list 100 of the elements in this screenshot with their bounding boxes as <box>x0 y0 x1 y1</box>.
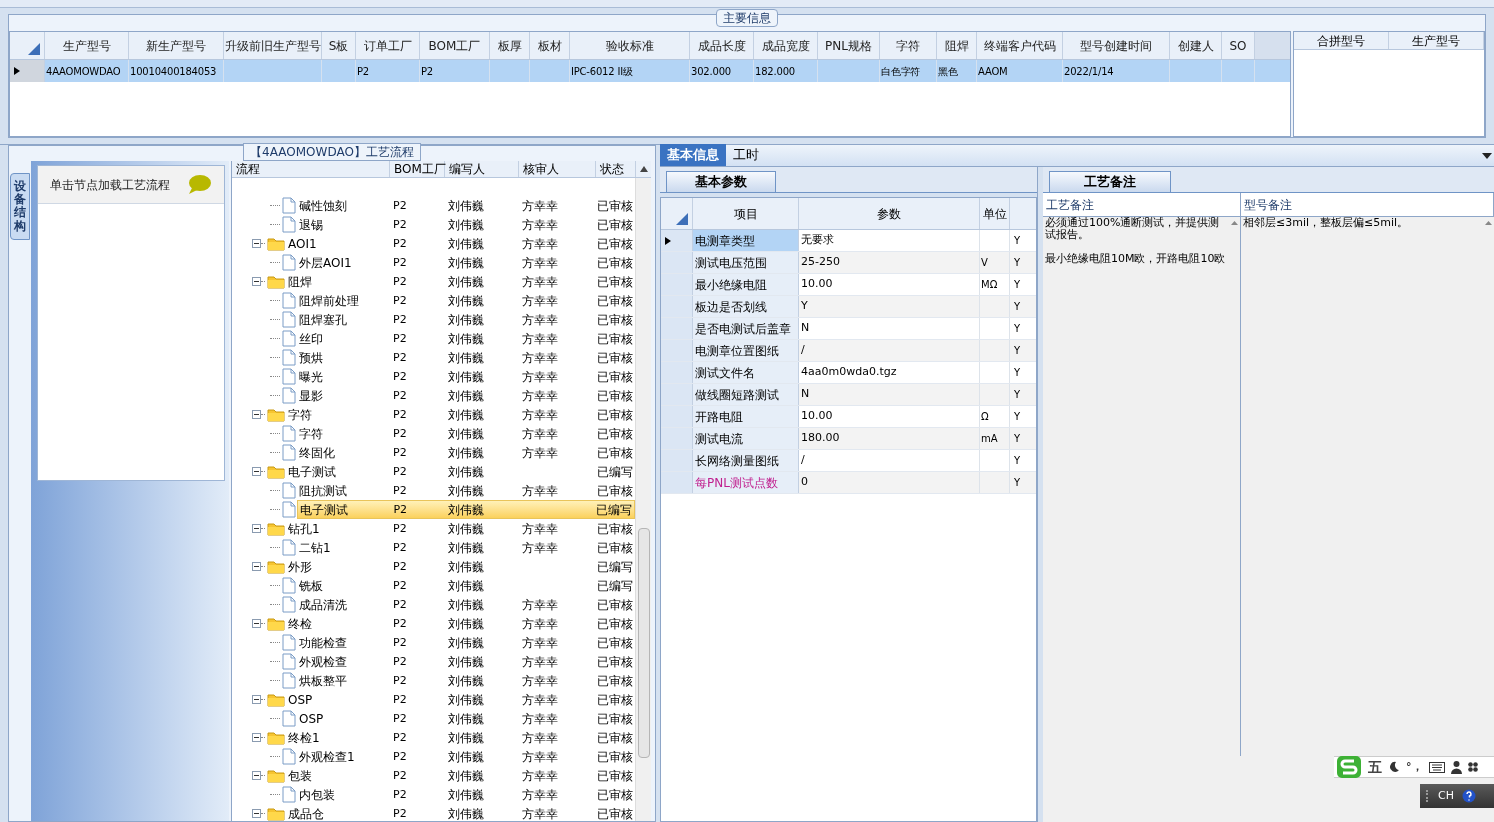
parameter-value[interactable]: N <box>799 384 980 405</box>
keyboard-icon[interactable] <box>1428 761 1445 773</box>
collapse-toggle[interactable] <box>252 733 261 742</box>
tree-row[interactable]: 曝光 P2 刘伟巍 方幸幸 已审核 <box>297 367 636 386</box>
parameter-name[interactable]: 是否电测试后盖章 <box>693 318 799 339</box>
column-header[interactable]: 项目 <box>693 198 799 229</box>
help-icon[interactable] <box>1461 789 1476 803</box>
parameter-value[interactable]: / <box>799 340 980 361</box>
remark-text-area[interactable]: 相邻层≤3mil，整板层偏≤5mil。 <box>1241 217 1482 756</box>
tree-row[interactable]: AOI1 P2 刘伟巍 方幸幸 已审核 <box>286 234 636 253</box>
row-header[interactable] <box>661 230 693 251</box>
tree-row[interactable]: 外观检查 P2 刘伟巍 方幸幸 已审核 <box>297 652 636 671</box>
scrollbar[interactable] <box>635 178 651 821</box>
tree-row[interactable]: 阻焊塞孔 P2 刘伟巍 方幸幸 已审核 <box>297 310 636 329</box>
tree-row[interactable]: 丝印 P2 刘伟巍 方幸幸 已审核 <box>297 329 636 348</box>
column-header[interactable]: 终端客户代码 <box>977 32 1063 59</box>
remark-text-area[interactable]: 必须通过100%通断测试，并提供测试报告。 最小绝缘电阻10M欧，开路电阻10欧 <box>1043 217 1228 756</box>
parameter-value[interactable]: Y <box>799 296 980 317</box>
punctuation-toggle[interactable]: °， <box>1406 758 1423 776</box>
column-header[interactable]: 单位 <box>980 198 1010 229</box>
column-header[interactable]: 编写人 <box>445 161 519 177</box>
column-header[interactable]: 板厚 <box>490 32 530 59</box>
ime-logo-icon[interactable] <box>1336 755 1362 779</box>
tab[interactable]: 工时 <box>726 144 766 166</box>
column-header[interactable]: 订单工厂 <box>356 32 420 59</box>
tree-row[interactable]: 钻孔1 P2 刘伟巍 方幸幸 已审核 <box>286 519 636 538</box>
row-header[interactable] <box>10 60 45 82</box>
parameter-value[interactable]: / <box>799 450 980 471</box>
parameter-value[interactable]: N <box>799 318 980 339</box>
column-header[interactable]: 验收标准 <box>570 32 690 59</box>
tree-row[interactable]: 外形 P2 刘伟巍 已编写 <box>286 557 636 576</box>
collapse-toggle[interactable] <box>252 410 261 419</box>
tab[interactable]: 基本信息 <box>660 144 726 166</box>
grid-icon[interactable] <box>1467 762 1478 772</box>
column-header[interactable]: 成品长度 <box>690 32 754 59</box>
scroll-thumb[interactable] <box>637 528 650 758</box>
tree-row[interactable]: 阻焊 P2 刘伟巍 方幸幸 已审核 <box>286 272 636 291</box>
tree-row[interactable]: 电子测试 P2 刘伟巍 已编写 <box>297 500 636 519</box>
tree-row[interactable]: 电子测试 P2 刘伟巍 已编写 <box>286 462 636 481</box>
column-header[interactable]: 参数 <box>799 198 980 229</box>
tree-row[interactable]: 成品仓 P2 刘伟巍 方幸幸 已审核 <box>286 804 636 821</box>
collapse-toggle[interactable] <box>252 695 261 704</box>
parameter-value[interactable]: 180.00 <box>799 428 980 449</box>
input-mode-toggle[interactable]: 五 <box>1368 756 1382 778</box>
collapse-toggle[interactable] <box>252 467 261 476</box>
section-tab[interactable]: 工艺备注 <box>1049 171 1171 192</box>
column-header[interactable]: 板材 <box>530 32 570 59</box>
table-row[interactable]: 4AAOMOWDAO 10010400184053 P2 P2 IPC-6012 II级 302.000 182.000 白色字符 黑色 AAOM 2022/1/14 <box>10 60 1290 82</box>
column-header[interactable]: 合拼型号 <box>1294 32 1389 49</box>
column-header[interactable]: 成品宽度 <box>754 32 818 59</box>
collapse-toggle[interactable] <box>252 771 261 780</box>
parameter-name[interactable]: 电测章类型 <box>693 230 799 251</box>
column-header[interactable]: 生产型号 <box>45 32 129 59</box>
parameter-value[interactable]: 10.00 <box>799 406 980 427</box>
parameter-name[interactable]: 每PNL测试点数 <box>693 472 799 493</box>
column-header[interactable]: BOM工厂 <box>390 161 445 177</box>
column-header[interactable]: 核审人 <box>519 161 596 177</box>
parameter-name[interactable]: 开路电阻 <box>693 406 799 427</box>
parameter-name[interactable]: 长网络测量图纸 <box>693 450 799 471</box>
parameter-value[interactable]: 无要求 <box>799 230 980 251</box>
tree-row[interactable]: OSP P2 刘伟巍 方幸幸 已审核 <box>297 709 636 728</box>
column-header[interactable]: S板 <box>322 32 356 59</box>
tree-row[interactable]: 阻焊前处理 P2 刘伟巍 方幸幸 已审核 <box>297 291 636 310</box>
parameter-name[interactable]: 电测章位置图纸 <box>693 340 799 361</box>
column-header[interactable]: 阻焊 <box>937 32 977 59</box>
dropdown-arrow-icon[interactable] <box>1482 153 1492 159</box>
tree-row[interactable]: 铣板 P2 刘伟巍 已编写 <box>297 576 636 595</box>
collapse-toggle[interactable] <box>252 277 261 286</box>
column-header[interactable]: 状态 <box>596 161 636 177</box>
collapse-toggle[interactable] <box>252 239 261 248</box>
parameter-name[interactable]: 测试文件名 <box>693 362 799 383</box>
tree-row[interactable]: 阻抗测试 P2 刘伟巍 方幸幸 已审核 <box>297 481 636 500</box>
tree-row[interactable]: 字符 P2 刘伟巍 方幸幸 已审核 <box>297 424 636 443</box>
collapse-toggle[interactable] <box>252 809 261 818</box>
tree-row[interactable]: 字符 P2 刘伟巍 方幸幸 已审核 <box>286 405 636 424</box>
column-header[interactable]: 升级前旧生产型号 <box>224 32 322 59</box>
tree-row[interactable]: 外层AOI1 P2 刘伟巍 方幸幸 已审核 <box>297 253 636 272</box>
tree-row[interactable]: 碱性蚀刻 P2 刘伟巍 方幸幸 已审核 <box>297 196 636 215</box>
parameter-name[interactable]: 做线圈短路测试 <box>693 384 799 405</box>
tree-row[interactable]: 终检1 P2 刘伟巍 方幸幸 已审核 <box>286 728 636 747</box>
tree-row[interactable]: 显影 P2 刘伟巍 方幸幸 已审核 <box>297 386 636 405</box>
parameter-name[interactable]: 测试电流 <box>693 428 799 449</box>
parameter-value[interactable]: 10.00 <box>799 274 980 295</box>
column-header[interactable]: 字符 <box>880 32 937 59</box>
person-icon[interactable] <box>1450 760 1462 774</box>
tree-row[interactable]: 二钻1 P2 刘伟巍 方幸幸 已审核 <box>297 538 636 557</box>
collapse-toggle[interactable] <box>252 619 261 628</box>
tree-row[interactable]: 烘板整平 P2 刘伟巍 方幸幸 已审核 <box>297 671 636 690</box>
language-indicator[interactable]: CH <box>1438 787 1454 805</box>
parameter-value[interactable]: 0 <box>799 472 980 493</box>
column-header[interactable]: 创建人 <box>1170 32 1222 59</box>
tree-row[interactable]: 内包装 P2 刘伟巍 方幸幸 已审核 <box>297 785 636 804</box>
scroll-up-icon[interactable] <box>639 166 648 172</box>
tree-row[interactable]: 功能检查 P2 刘伟巍 方幸幸 已审核 <box>297 633 636 652</box>
column-header[interactable]: 型号创建时间 <box>1063 32 1170 59</box>
tree-row[interactable]: 终检 P2 刘伟巍 方幸幸 已审核 <box>286 614 636 633</box>
collapse-toggle[interactable] <box>252 562 261 571</box>
moon-icon[interactable] <box>1388 761 1400 773</box>
tree-row[interactable]: 退锡 P2 刘伟巍 方幸幸 已审核 <box>297 215 636 234</box>
column-header[interactable]: 流程 <box>232 161 390 177</box>
